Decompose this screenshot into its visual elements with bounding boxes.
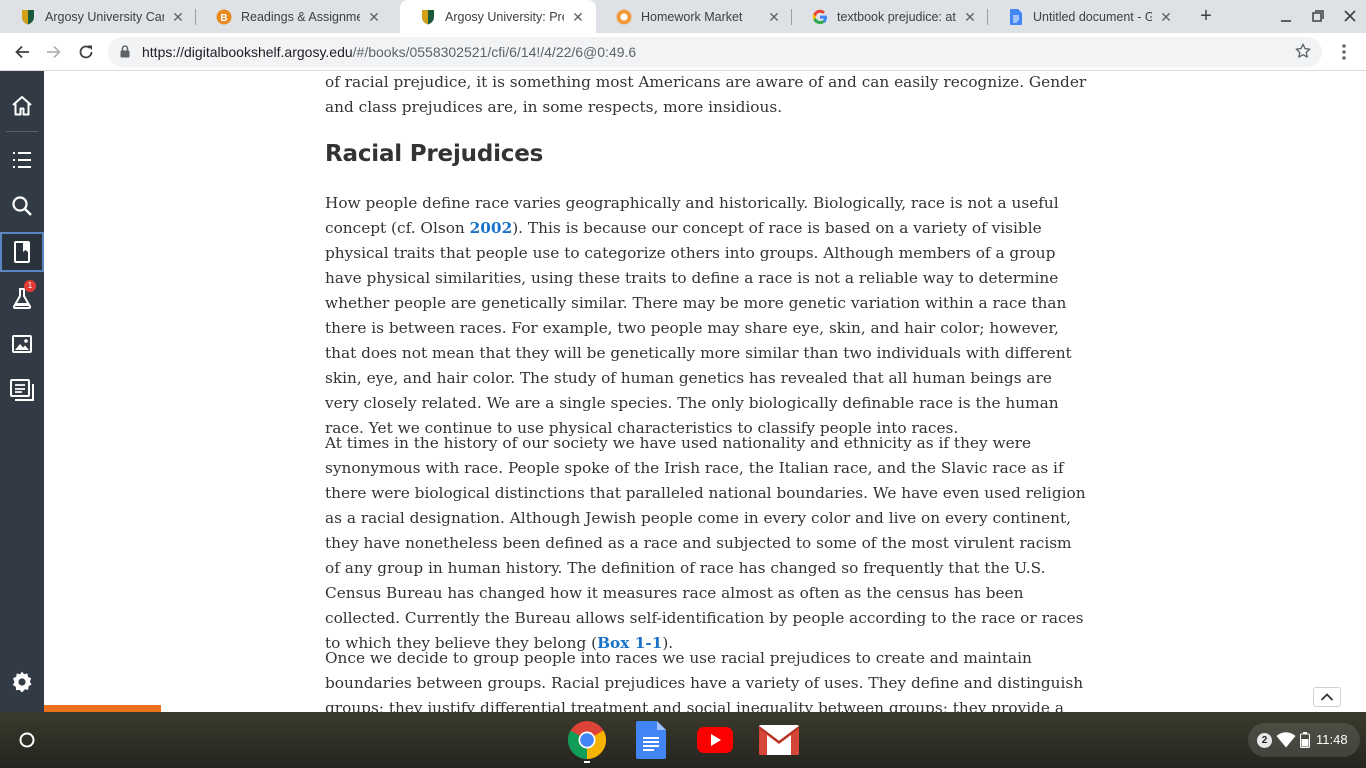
notification-badge: 1 (24, 280, 36, 292)
address-bar[interactable]: https://digitalbookshelf.argosy.edu/#/bo… (108, 37, 1322, 67)
tab-title: Untitled document - Google Docs (1033, 9, 1152, 24)
image-icon[interactable] (0, 324, 44, 364)
restore-icon[interactable] (1308, 6, 1328, 26)
notification-count: 2 (1257, 733, 1272, 748)
browser-toolbar: https://digitalbookshelf.argosy.edu/#/bo… (0, 33, 1366, 71)
table-of-contents-icon[interactable] (0, 140, 44, 180)
search-icon[interactable] (0, 186, 44, 226)
paragraph: of racial prejudice, it is something mos… (325, 73, 1087, 116)
tab-title: Argosy University Campus (45, 9, 164, 24)
tab-title: textbook prejudice: attitudes (837, 9, 956, 24)
clock-time: 11:48 (1316, 732, 1348, 747)
os-shelf: 2 11:48 (0, 712, 1366, 768)
paragraph-text: ). This is because our concept of race i… (325, 219, 1072, 437)
tab-title: Argosy University: Prejudice (445, 9, 564, 24)
running-indicator (584, 761, 590, 763)
sidebar-divider (6, 131, 38, 132)
tab-argosy-prejudice[interactable]: Argosy University: Prejudice ✕ (400, 0, 596, 33)
url-text: https://digitalbookshelf.argosy.edu/#/bo… (142, 44, 636, 60)
gmail-icon[interactable] (759, 720, 799, 760)
scroll-to-top-button[interactable] (1313, 687, 1341, 707)
reader-sidebar: 1 (0, 71, 44, 712)
youtube-icon[interactable] (695, 720, 735, 760)
flask-icon[interactable]: 1 (0, 278, 44, 318)
lock-icon (120, 45, 130, 63)
tab-argosy-campus[interactable]: Argosy University Campus ✕ (0, 0, 196, 33)
menu-kebab-icon[interactable] (1332, 40, 1356, 64)
tab-readings[interactable]: B Readings & Assignments ✕ (196, 0, 392, 33)
url-host: https://digitalbookshelf.argosy.edu (142, 44, 353, 60)
paragraph: At times in the history of our society w… (325, 431, 1090, 656)
citation-link[interactable]: 2002 (470, 219, 513, 237)
close-icon[interactable]: ✕ (170, 9, 186, 25)
reload-button[interactable] (74, 40, 98, 64)
tab-google-docs[interactable]: Untitled document - Google Docs ✕ (988, 0, 1184, 33)
section-heading: Racial Prejudices (325, 141, 544, 167)
reading-progress-bar (44, 705, 161, 712)
close-icon[interactable]: ✕ (962, 9, 978, 25)
forward-button[interactable] (42, 40, 66, 64)
argosy-shield-icon (420, 9, 436, 25)
paragraph: Once we decide to group people into race… (325, 649, 1084, 712)
close-icon[interactable]: ✕ (570, 9, 586, 25)
minimize-icon[interactable] (1276, 6, 1296, 26)
new-tab-button[interactable]: + (1196, 6, 1216, 26)
google-docs-icon (1008, 8, 1024, 25)
tab-title: Readings & Assignments (241, 9, 360, 24)
home-icon[interactable] (0, 86, 44, 126)
close-icon[interactable]: ✕ (366, 9, 382, 25)
back-button[interactable] (10, 40, 34, 64)
b-orange-icon: B (216, 9, 232, 25)
close-icon[interactable]: ✕ (1158, 9, 1174, 25)
launcher-icon[interactable] (12, 725, 42, 755)
paragraph-text: At times in the history of our society w… (325, 434, 1086, 652)
book-reader: of racial prejudice, it is something mos… (44, 71, 1366, 712)
google-docs-icon[interactable] (631, 720, 671, 760)
close-icon[interactable]: ✕ (766, 9, 782, 25)
chrome-icon[interactable] (567, 720, 607, 763)
argosy-shield-icon (20, 9, 36, 25)
status-tray[interactable]: 2 11:48 (1248, 723, 1360, 757)
tab-title: Homework Market (641, 9, 743, 24)
notes-icon[interactable] (0, 370, 44, 410)
tab-strip: Argosy University Campus ✕ B Readings & … (0, 0, 1366, 33)
google-g-icon (812, 9, 828, 25)
svg-text:B: B (220, 13, 227, 24)
book-icon[interactable] (0, 232, 44, 272)
battery-icon (1300, 732, 1310, 753)
tab-homework-market[interactable]: Homework Market ✕ (596, 0, 792, 33)
homework-market-icon (616, 9, 632, 25)
tab-google-search[interactable]: textbook prejudice: attitudes ✕ (792, 0, 988, 33)
paragraph: How people define race varies geographic… (325, 191, 1090, 441)
close-window-icon[interactable] (1340, 6, 1360, 26)
gear-icon[interactable] (0, 662, 44, 702)
bookmark-star-icon[interactable] (1294, 42, 1312, 65)
url-path: /#/books/0558302521/cfi/6/14!/4/22/6@0:4… (352, 44, 637, 60)
wifi-icon (1276, 732, 1296, 753)
